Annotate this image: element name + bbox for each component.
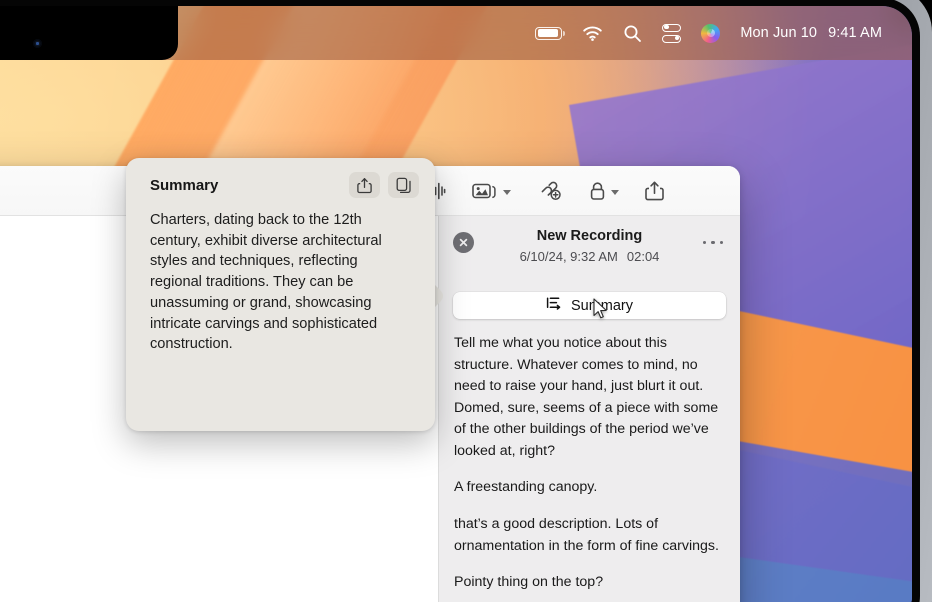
- share-icon[interactable]: [645, 180, 664, 202]
- popover-share-button[interactable]: [349, 172, 380, 198]
- summarize-icon: [546, 296, 563, 315]
- siri-icon[interactable]: [701, 23, 721, 43]
- transcript-paragraph: that’s a good description. Lots of ornam…: [454, 516, 719, 554]
- popover-copy-button[interactable]: [388, 172, 419, 198]
- transcript-list[interactable]: Tell me what you notice about this struc…: [439, 319, 740, 602]
- recording-title: New Recording: [536, 228, 643, 244]
- menubar: Mon Jun 10 9:41 AM: [0, 6, 912, 60]
- popover-body: Charters, dating back to the 12th centur…: [150, 212, 382, 353]
- search-icon[interactable]: [623, 24, 642, 43]
- recording-header: New Recording 6/10/24, 9:32 AM 02:04: [439, 216, 740, 284]
- battery-icon[interactable]: [535, 26, 566, 40]
- copy-icon: [396, 177, 411, 193]
- recording-duration: 02:04: [626, 249, 660, 264]
- recording-date: 6/10/24, 9:32 AM: [519, 249, 618, 264]
- control-center-icon[interactable]: [662, 23, 682, 43]
- mouse-cursor: [593, 298, 607, 319]
- chevron-down-icon[interactable]: [611, 189, 619, 195]
- screen: ITECTURE IN INDIA 15th — 18th centuries …: [0, 0, 932, 602]
- transcript-paragraph: Pointy thing on the top?: [454, 574, 604, 591]
- transcript-paragraph: A freestanding canopy.: [454, 479, 598, 496]
- wifi-icon[interactable]: [582, 25, 603, 41]
- share-icon: [357, 177, 372, 193]
- transcript-paragraph: Tell me what you notice about this struc…: [454, 335, 719, 459]
- menubar-time: 9:41 AM: [828, 25, 882, 41]
- camera-icon: [33, 39, 42, 48]
- add-link-icon[interactable]: [537, 180, 563, 202]
- menubar-status-items: Mon Jun 10 9:41 AM: [535, 23, 912, 43]
- popover-header: Summary: [126, 158, 435, 198]
- menubar-clock[interactable]: Mon Jun 10 9:41 AM: [740, 25, 882, 41]
- summary-button[interactable]: Summary: [453, 292, 726, 319]
- summary-popover: Summary Charters, dating back to the 12t…: [126, 158, 435, 431]
- recording-meta: 6/10/24, 9:32 AM 02:04: [439, 244, 740, 264]
- display-notch: [0, 6, 178, 60]
- lock-icon[interactable]: [589, 181, 619, 202]
- menubar-date: Mon Jun 10: [740, 25, 818, 41]
- display-area: ITECTURE IN INDIA 15th — 18th centuries …: [0, 6, 912, 602]
- media-insert-icon[interactable]: [472, 181, 511, 202]
- recording-panel: New Recording 6/10/24, 9:32 AM 02:04 Sum…: [438, 216, 740, 602]
- popover-title: Summary: [150, 176, 219, 194]
- more-options-icon[interactable]: [702, 232, 724, 253]
- chevron-down-icon[interactable]: [503, 189, 511, 195]
- close-icon[interactable]: [453, 232, 474, 253]
